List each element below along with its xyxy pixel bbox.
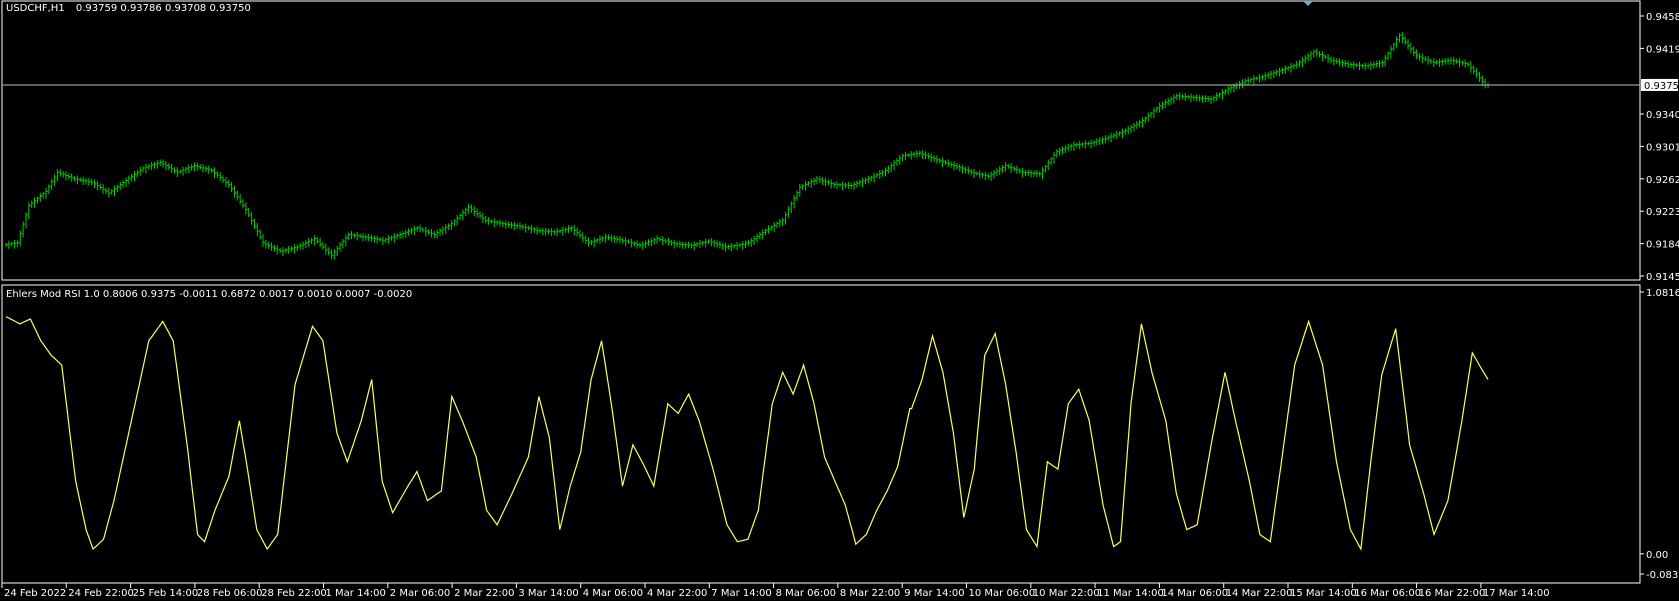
indicator-y-tick-label: 1.0816 [1646,288,1679,299]
time-tick-label: 24 Feb 2022 [4,588,66,599]
time-tick-label: 2 Mar 22:00 [454,588,514,599]
indicator-label: Ehlers Mod RSI 1.0 0.8006 0.9375 -0.0011… [6,289,412,300]
time-tick-label: 16 Mar 06:00 [1354,588,1421,599]
chart-canvas: 0.93750 0.94580 0.94190 0.93400 0.93010 0.92… [0,0,1679,601]
time-tick-label: 24 Feb 22:00 [68,588,134,599]
price-y-tick-label: 0.93010 [1646,142,1679,153]
time-tick-label: 17 Mar 14:00 [1483,588,1550,599]
time-tick-label: 3 Mar 14:00 [518,588,578,599]
time-tick-label: 10 Mar 22:00 [1033,588,1100,599]
ohlc-values: 0.93759 0.93786 0.93708 0.93750 [76,3,251,14]
price-y-tick-label: 0.91450 [1646,272,1679,283]
price-y-tick-label: 0.92230 [1646,207,1679,218]
time-tick-label: 14 Mar 06:00 [1161,588,1228,599]
current-price-tag-label: 0.93750 [1644,81,1679,92]
price-y-tick-label: 0.93400 [1646,110,1679,121]
time-tick-label: 28 Feb 22:00 [261,588,327,599]
time-tick-label: 8 Mar 22:00 [840,588,900,599]
indicator-y-tick-label: -0.0833 [1646,570,1679,581]
time-tick-label: 25 Feb 14:00 [133,588,199,599]
symbol-timeframe: USDCHF,H1 [6,3,65,14]
symbol-header: USDCHF,H1 0.93759 0.93786 0.93708 0.9375… [6,3,251,14]
time-tick-label: 8 Mar 06:00 [776,588,836,599]
price-y-tick-label: 0.91840 [1646,240,1679,251]
time-tick-label: 15 Mar 14:00 [1290,588,1357,599]
price-y-axis: 0.94580 0.94190 0.93400 0.93010 0.92620 0.922… [1640,12,1679,283]
time-tick-label: 9 Mar 14:00 [904,588,964,599]
time-tick-label: 2 Mar 06:00 [390,588,450,599]
time-tick-label: 4 Mar 22:00 [647,588,707,599]
price-y-tick-label: 0.92620 [1646,175,1679,186]
time-tick-label: 7 Mar 14:00 [711,588,771,599]
time-tick-label: 14 Mar 22:00 [1226,588,1293,599]
time-tick-label: 10 Mar 06:00 [969,588,1036,599]
chart-background [0,0,1679,601]
time-tick-label: 28 Feb 06:00 [197,588,263,599]
price-y-tick-label: 0.94190 [1646,44,1679,55]
time-tick-label: 16 Mar 22:00 [1419,588,1486,599]
price-y-tick-label: 0.94580 [1646,12,1679,23]
time-tick-label: 4 Mar 06:00 [583,588,643,599]
time-tick-label: 1 Mar 14:00 [326,588,386,599]
time-tick-label: 11 Mar 14:00 [1097,588,1164,599]
indicator-y-tick-label: 0.00 [1646,550,1668,561]
